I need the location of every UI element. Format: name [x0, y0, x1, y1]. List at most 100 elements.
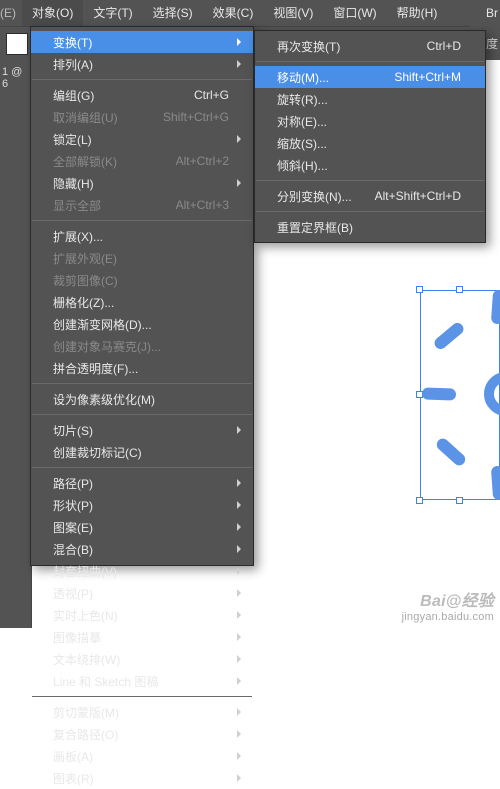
- menu-effect[interactable]: 效果(C): [203, 0, 264, 26]
- menu-item-shortcut: Shift+Ctrl+G: [163, 110, 229, 124]
- menu-item[interactable]: 路径(P): [31, 472, 253, 494]
- menu-item-label: 创建对象马赛克(J)...: [53, 338, 161, 355]
- menu-separator: [32, 414, 252, 415]
- menu-item-label: 设为像素级优化(M): [53, 391, 155, 408]
- menu-item[interactable]: 图表(R): [31, 767, 253, 789]
- menu-item[interactable]: 创建渐变网格(D)...: [31, 313, 253, 335]
- menubar: (E) 对象(O) 文字(T) 选择(S) 效果(C) 视图(V) 窗口(W) …: [0, 0, 500, 26]
- menu-item-label: 倾斜(H)...: [277, 157, 328, 174]
- menu-item[interactable]: Line 和 Sketch 图稿: [31, 670, 253, 692]
- selection[interactable]: [420, 290, 500, 500]
- menu-item-shortcut: Ctrl+G: [194, 88, 229, 102]
- watermark-logo: Bai@经验: [402, 592, 494, 611]
- menu-item[interactable]: 设为像素级优化(M): [31, 388, 253, 410]
- menu-item[interactable]: 分别变换(N)...Alt+Shift+Ctrl+D: [255, 185, 485, 207]
- menu-item[interactable]: 栅格化(Z)...: [31, 291, 253, 313]
- menu-item: 全部解锁(K)Alt+Ctrl+2: [31, 150, 253, 172]
- menu-item-label: 栅格化(Z)...: [53, 294, 114, 311]
- menu-item-label: 排列(A): [53, 56, 93, 73]
- menu-item-label: 文本绕排(W): [53, 651, 120, 668]
- menu-item-label: 显示全部: [53, 197, 101, 214]
- menu-item[interactable]: 透视(P): [31, 582, 253, 604]
- menu-item[interactable]: 图案(E): [31, 516, 253, 538]
- menu-item-label: 画板(A): [53, 748, 93, 765]
- sun-ray: [491, 290, 500, 325]
- menu-item-label: 实时上色(N): [53, 607, 118, 624]
- menu-item[interactable]: 扩展(X)...: [31, 225, 253, 247]
- menu-item-shortcut: Alt+Ctrl+2: [176, 154, 229, 168]
- menu-item[interactable]: 剪切蒙版(M): [31, 701, 253, 723]
- menu-item-shortcut: Ctrl+D: [427, 39, 461, 53]
- menu-item[interactable]: 封套扭曲(V): [31, 560, 253, 582]
- menu-item[interactable]: 再次变换(T) Ctrl+D: [255, 35, 485, 57]
- menu-item-label: Line 和 Sketch 图稿: [53, 673, 158, 690]
- menu-separator: [32, 696, 252, 697]
- menu-item[interactable]: 锁定(L): [31, 128, 253, 150]
- menu-help[interactable]: 帮助(H): [387, 0, 448, 26]
- watermark: Bai@经验 jingyan.baidu.com: [402, 592, 494, 624]
- menu-select[interactable]: 选择(S): [143, 0, 203, 26]
- menu-window[interactable]: 窗口(W): [323, 0, 386, 26]
- transform-submenu: 再次变换(T) Ctrl+D 移动(M)...Shift+Ctrl+M 旋转(R)..…: [254, 30, 486, 243]
- menu-separator: [32, 220, 252, 221]
- menu-item-label: 旋转(R)...: [277, 91, 328, 108]
- menu-item-label: 对称(E)...: [277, 113, 327, 130]
- menu-item-label: 扩展(X)...: [53, 228, 103, 245]
- menu-separator: [256, 61, 484, 62]
- menu-item[interactable]: 对称(E)...: [255, 110, 485, 132]
- menu-item-label: 剪切蒙版(M): [53, 704, 119, 721]
- menu-item[interactable]: 变换(T): [31, 31, 253, 53]
- menu-item-label: 图案(E): [53, 519, 93, 536]
- menu-item[interactable]: 切片(S): [31, 419, 253, 441]
- menu-item[interactable]: 旋转(R)...: [255, 88, 485, 110]
- menu-item[interactable]: 编组(G) Ctrl+G: [31, 84, 253, 106]
- menu-item[interactable]: 重置定界框(B): [255, 216, 485, 238]
- menu-item: 显示全部 Alt+Ctrl+3: [31, 194, 253, 216]
- menu-view[interactable]: 视图(V): [263, 0, 323, 26]
- menu-item[interactable]: 画板(A): [31, 745, 253, 767]
- menu-item[interactable]: 文本绕排(W): [31, 648, 253, 670]
- menubar-edge-left: (E): [0, 6, 22, 20]
- menu-item-label: 缩放(S)...: [277, 135, 327, 152]
- menu-text[interactable]: 文字(T): [83, 0, 142, 26]
- watermark-url: jingyan.baidu.com: [402, 611, 494, 624]
- menu-separator: [32, 383, 252, 384]
- menu-item[interactable]: 创建裁切标记(C): [31, 441, 253, 463]
- menu-item[interactable]: 倾斜(H)...: [255, 154, 485, 176]
- menu-object[interactable]: 对象(O): [22, 0, 83, 26]
- menu-item[interactable]: 拼合透明度(F)...: [31, 357, 253, 379]
- object-menu: 变换(T) 排列(A) 编组(G) Ctrl+G 取消编组(U) Shift+Ctrl+G…: [30, 26, 254, 566]
- menu-item[interactable]: 缩放(S)...: [255, 132, 485, 154]
- menu-item-label: 图表(R): [53, 770, 94, 787]
- menu-item-label: 创建渐变网格(D)...: [53, 316, 152, 333]
- menu-item-label: 裁剪图像(C): [53, 272, 118, 289]
- menu-item[interactable]: 图像描摹: [31, 626, 253, 648]
- menu-item-label: 编组(G): [53, 87, 94, 104]
- menu-item-label: 路径(P): [53, 475, 93, 492]
- menu-item-label: 封套扭曲(V): [53, 563, 117, 580]
- fill-swatch[interactable]: [6, 33, 28, 55]
- menu-item-label: 混合(B): [53, 541, 93, 558]
- sun-ray: [491, 466, 500, 501]
- menu-item[interactable]: 复合路径(O): [31, 723, 253, 745]
- menu-item: 裁剪图像(C): [31, 269, 253, 291]
- menu-item[interactable]: 形状(P): [31, 494, 253, 516]
- menu-item[interactable]: 实时上色(N): [31, 604, 253, 626]
- menu-item-label: 扩展外观(E): [53, 250, 117, 267]
- menu-item-label: 透视(P): [53, 585, 93, 602]
- menu-item[interactable]: 隐藏(H): [31, 172, 253, 194]
- menu-item[interactable]: 排列(A): [31, 53, 253, 75]
- menu-separator: [32, 79, 252, 80]
- menu-item-label: 再次变换(T): [277, 38, 340, 55]
- menu-item-label: 分别变换(N)...: [277, 188, 352, 205]
- menu-item-label: 隐藏(H): [53, 175, 94, 192]
- menu-item[interactable]: 移动(M)...Shift+Ctrl+M: [255, 66, 485, 88]
- menu-item-label: 取消编组(U): [53, 109, 118, 126]
- menu-item-label: 图像描摹: [53, 629, 101, 646]
- menu-item-shortcut: Alt+Ctrl+3: [176, 198, 229, 212]
- menubar-edge-right: Br: [486, 0, 500, 26]
- menu-item[interactable]: 混合(B): [31, 538, 253, 560]
- menu-separator: [256, 211, 484, 212]
- menu-item: 创建对象马赛克(J)...: [31, 335, 253, 357]
- menu-item-label: 锁定(L): [53, 131, 92, 148]
